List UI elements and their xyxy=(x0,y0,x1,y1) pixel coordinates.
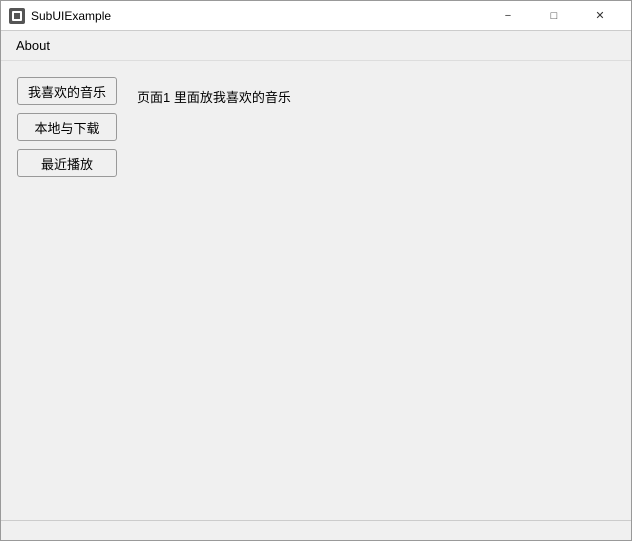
title-bar-controls: − □ ✕ xyxy=(485,1,623,31)
page-description: 页面1 里面放我喜欢的音乐 xyxy=(137,87,291,106)
title-bar: SubUIExample − □ ✕ xyxy=(1,1,631,31)
content-area: 我喜欢的音乐 本地与下载 最近播放 页面1 里面放我喜欢的音乐 xyxy=(1,61,631,520)
main-window: SubUIExample − □ ✕ About 我喜欢的音乐 本地与下载 最近… xyxy=(0,0,632,541)
recent-play-button[interactable]: 最近播放 xyxy=(17,149,117,177)
close-button[interactable]: ✕ xyxy=(577,1,623,31)
sidebar: 我喜欢的音乐 本地与下载 最近播放 xyxy=(17,77,117,504)
main-content: 页面1 里面放我喜欢的音乐 xyxy=(137,77,615,504)
minimize-button[interactable]: − xyxy=(485,1,531,31)
title-bar-left: SubUIExample xyxy=(9,8,111,24)
local-download-button[interactable]: 本地与下载 xyxy=(17,113,117,141)
about-menu-item[interactable]: About xyxy=(5,33,61,58)
status-bar xyxy=(1,520,631,540)
favorites-button[interactable]: 我喜欢的音乐 xyxy=(17,77,117,105)
menu-bar: About xyxy=(1,31,631,61)
app-icon-inner xyxy=(12,11,22,21)
app-icon xyxy=(9,8,25,24)
maximize-button[interactable]: □ xyxy=(531,1,577,31)
window-title: SubUIExample xyxy=(31,9,111,23)
